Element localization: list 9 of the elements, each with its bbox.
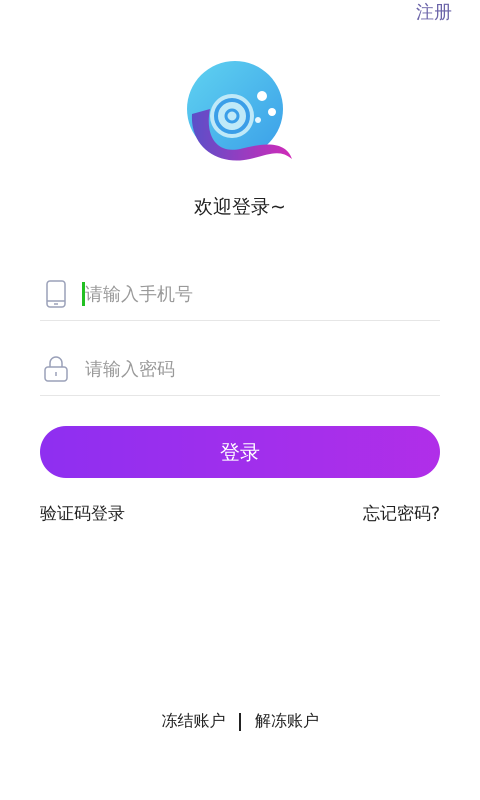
welcome-text: 欢迎登录~ — [194, 195, 286, 220]
lock-icon — [44, 356, 68, 382]
footer-link[interactable]: 解冻账户 — [254, 711, 319, 732]
phone-icon — [44, 280, 68, 308]
register-link[interactable]: 注册 — [416, 0, 452, 40]
forgot-password-link[interactable]: 忘记密码? — [362, 502, 440, 525]
footer-link[interactable]: 冻结账户 — [161, 711, 226, 732]
login-button[interactable]: 登录 — [40, 426, 440, 478]
sms-login-link[interactable]: 验证码登录 — [40, 502, 125, 525]
